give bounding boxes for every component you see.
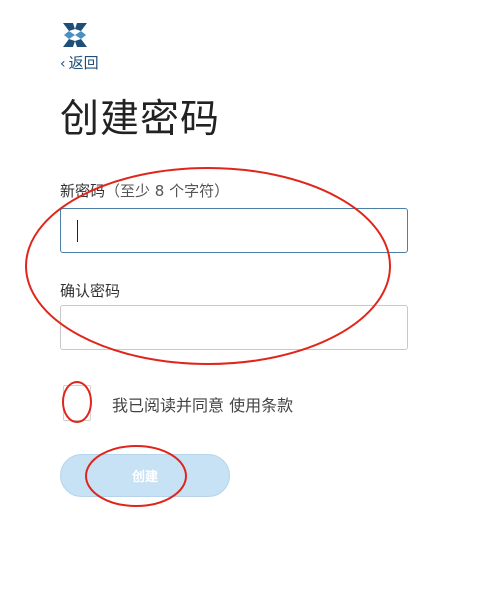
text-caret [77,220,78,242]
confirm-password-input[interactable] [60,305,408,350]
create-button[interactable]: 创建 [60,454,230,497]
back-label: 返回 [68,54,99,72]
new-password-hint: （至少 8 个字符） [105,182,230,200]
terms-link[interactable]: 使用条款 [229,396,293,415]
agree-label: 我已阅读并同意 [112,396,225,415]
back-link[interactable]: ‹ 返回 [60,52,99,73]
chevron-left-icon: ‹ [60,56,66,72]
brand-logo-icon [63,23,87,47]
new-password-label-text: 新密码 [60,182,106,200]
agree-text: 我已阅读并同意 使用条款 [112,392,293,416]
agree-checkbox[interactable] [63,385,91,421]
page-title: 创建密码 [60,97,221,142]
new-password-input[interactable] [60,208,408,253]
confirm-password-label: 确认密码 [60,282,121,300]
new-password-label: 新密码（至少 8 个字符） [60,180,229,201]
